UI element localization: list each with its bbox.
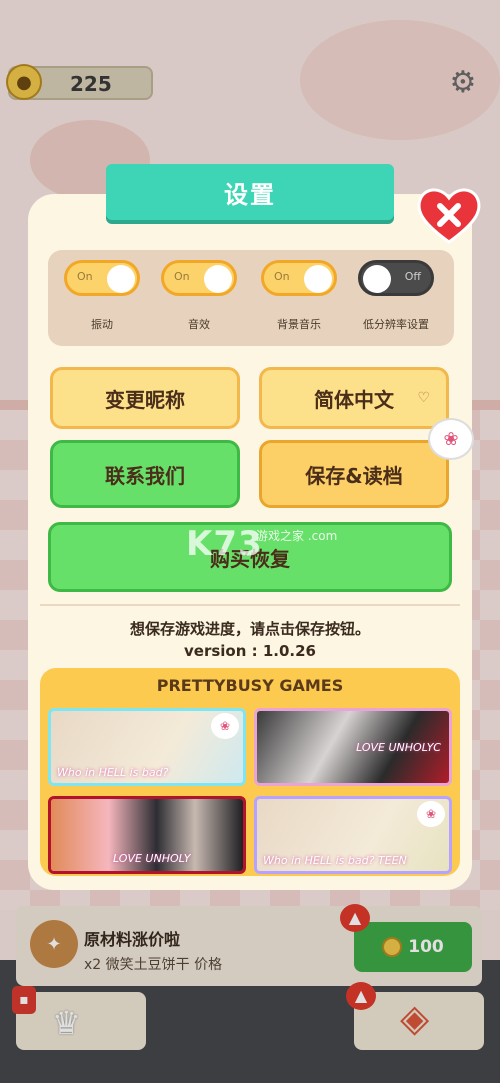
settings-title: 设置: [106, 164, 394, 220]
watermark-text: 游戏之家 .com: [256, 529, 338, 543]
game-title: Who in HELL is bad? TEEN: [263, 854, 407, 867]
sound-effects-label: 音效: [188, 318, 210, 331]
watermark-logo: K73: [186, 524, 263, 564]
change-nickname-button[interactable]: 变更昵称: [50, 367, 240, 429]
toggle-knob: [363, 265, 391, 293]
toggle-state: On: [77, 270, 93, 283]
low-resolution-toggle[interactable]: Off: [358, 260, 434, 296]
contact-us-button[interactable]: 联系我们: [50, 440, 240, 508]
vibration-toggle[interactable]: On: [64, 260, 140, 296]
game-card[interactable]: Who in HELL is bad? TEEN ❀: [254, 796, 452, 874]
version-text: version : 1.0.26: [184, 642, 316, 660]
music-label: 背景音乐: [277, 318, 321, 331]
save-load-button[interactable]: 保存&读档: [259, 440, 449, 508]
language-value: 简体中文: [314, 387, 394, 412]
toggle-knob: [304, 265, 332, 293]
save-hint-text: 想保存游戏进度，请点击保存按钮。: [129, 620, 370, 638]
games-title: PRETTYBUSY GAMES: [156, 676, 344, 695]
game-title: Who in HELL is bad?: [57, 766, 169, 779]
toggle-state: Off: [404, 270, 421, 283]
sound-effects-toggle[interactable]: On: [161, 260, 237, 296]
low-resolution-label: 低分辨率设置: [363, 318, 429, 331]
chevron-down-icon: ♡: [417, 390, 430, 406]
gift-icon: ❀: [211, 713, 239, 739]
vibration-label: 振动: [91, 318, 113, 331]
game-title: LOVE UNHOLYC: [356, 741, 441, 754]
gift-icon: ❀: [417, 801, 445, 827]
close-button[interactable]: [414, 184, 484, 246]
game-card[interactable]: LOVE UNHOLYC: [254, 708, 452, 786]
game-title: LOVE UNHOLY: [113, 852, 191, 865]
language-select[interactable]: 简体中文 ♡: [259, 367, 449, 429]
toggle-knob: [107, 265, 135, 293]
toggle-state: On: [174, 270, 190, 283]
music-toggle[interactable]: On: [261, 260, 337, 296]
toggle-knob: [204, 265, 232, 293]
game-card[interactable]: LOVE UNHOLY: [48, 796, 246, 874]
close-icon: [417, 188, 481, 244]
gift-icon: ❀: [428, 418, 474, 460]
game-card[interactable]: Who in HELL is bad? ❀: [48, 708, 246, 786]
toggle-state: On: [274, 270, 290, 283]
divider: [40, 604, 460, 606]
